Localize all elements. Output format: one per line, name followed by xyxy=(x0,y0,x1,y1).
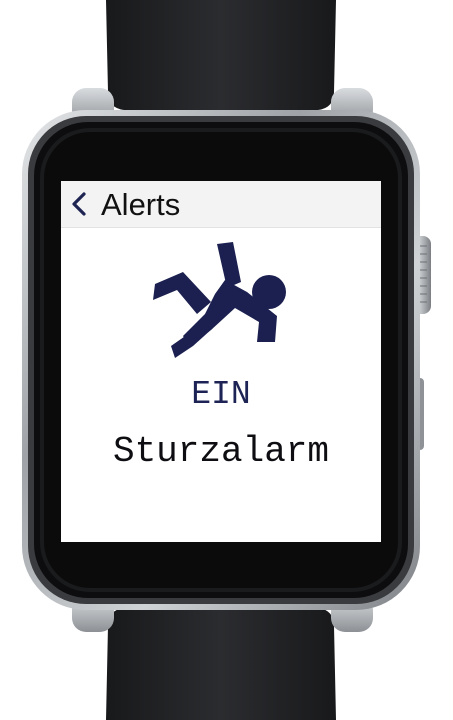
nav-bar: Alerts xyxy=(61,181,381,228)
alert-content: EIN Sturzalarm xyxy=(61,228,381,542)
watch-stage: Alerts EIN Sturzalarm xyxy=(0,0,453,720)
bottom-band xyxy=(106,608,336,720)
top-band xyxy=(106,0,336,110)
page-title: Alerts xyxy=(101,186,181,222)
chevron-left-icon xyxy=(72,192,86,216)
back-button[interactable]: Alerts xyxy=(71,183,180,225)
watch-screen: Alerts EIN Sturzalarm xyxy=(61,181,381,542)
alert-line-2: Sturzalarm xyxy=(112,431,330,472)
alert-line-1: EIN xyxy=(191,376,251,413)
falling-person-icon xyxy=(153,242,286,358)
